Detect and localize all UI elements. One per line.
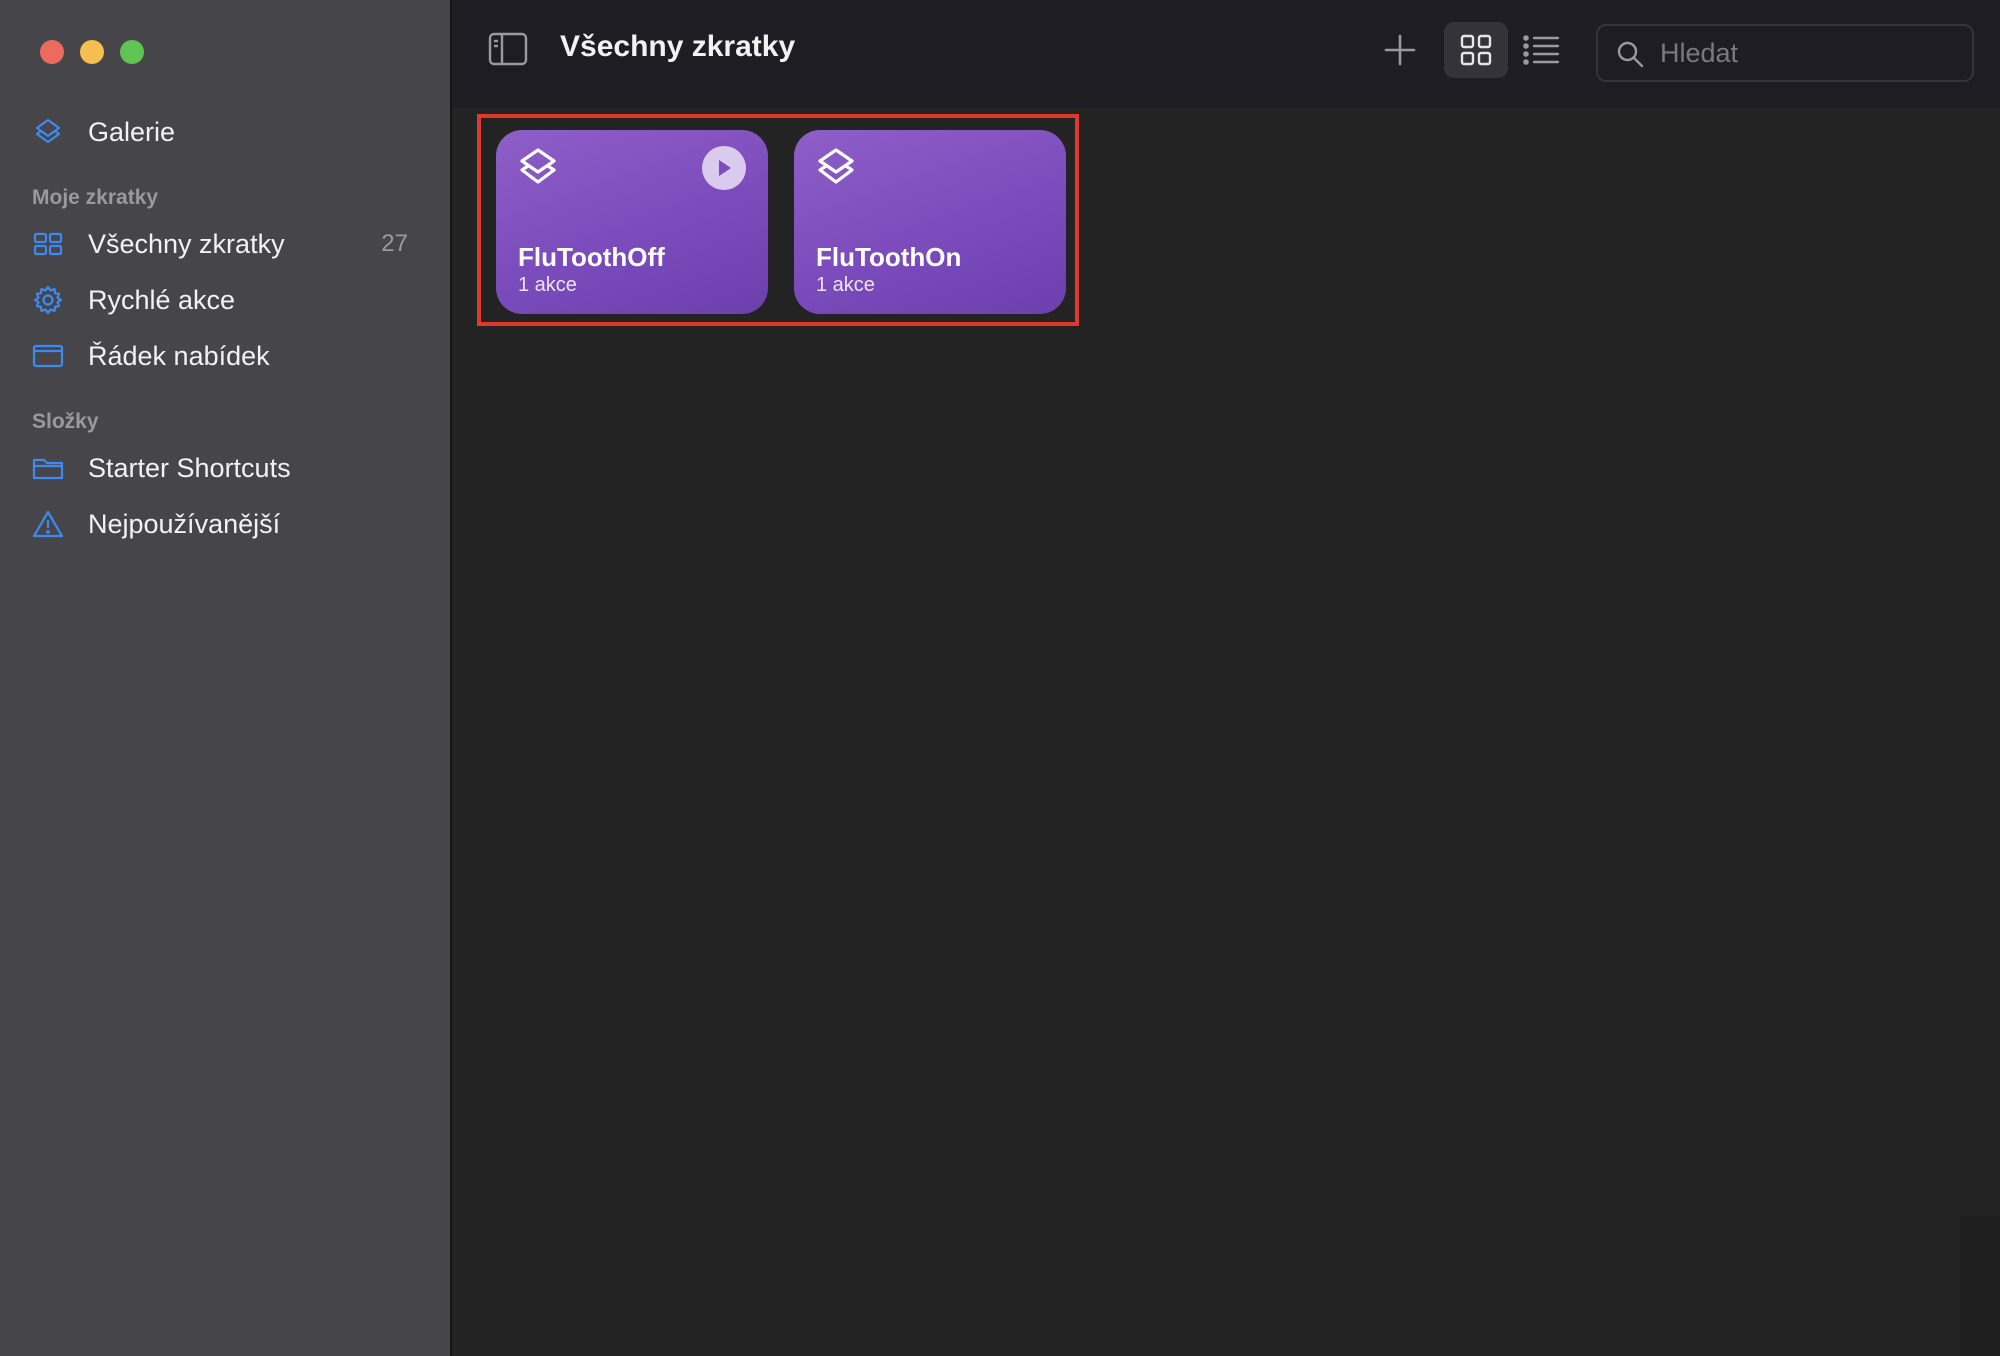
sidebar-item-label: Řádek nabídek (88, 340, 270, 371)
highlight-annotation (477, 114, 1079, 326)
folder-icon (32, 451, 78, 485)
search-input[interactable] (1658, 34, 1962, 72)
section-header-folders: Složky (32, 410, 99, 433)
list-icon (1523, 35, 1560, 65)
add-shortcut-button[interactable] (1380, 30, 1420, 70)
warning-icon (32, 507, 78, 541)
grid-icon (1460, 34, 1492, 66)
page-title: Všechny zkratky (560, 30, 796, 63)
list-view-button[interactable] (1522, 30, 1562, 70)
zoom-window-button[interactable] (120, 40, 144, 64)
sidebar-item-label: Galerie (88, 116, 176, 147)
sidebar-item-starter-shortcuts[interactable]: Starter Shortcuts (32, 444, 422, 492)
toggle-sidebar-button[interactable] (488, 32, 528, 66)
sidebar-item-label: Nejpoužívanější (88, 508, 281, 539)
grid-icon (32, 227, 78, 261)
shortcuts-window: Galerie Moje zkratky Všechny zkratky 27 (0, 0, 2000, 1356)
plus-icon (1384, 34, 1416, 66)
sidebar-item-gallery[interactable]: Galerie (32, 108, 422, 156)
scroll-area-edge (1960, 1216, 2000, 1356)
search-icon (1617, 41, 1644, 68)
search-field[interactable] (1596, 24, 1974, 82)
sidebar-item-label: Rychlé akce (88, 284, 236, 315)
grid-view-button[interactable] (1444, 22, 1508, 78)
sidebar: Galerie Moje zkratky Všechny zkratky 27 (0, 0, 452, 1356)
sidebar-item-all-shortcuts[interactable]: Všechny zkratky 27 (32, 220, 422, 268)
gear-icon (32, 283, 78, 317)
toolbar: Všechny zkratky (452, 0, 2000, 108)
sidebar-item-label: Starter Shortcuts (88, 452, 291, 483)
sidebar-item-most-used[interactable]: Nejpoužívanější (32, 500, 422, 548)
close-window-button[interactable] (40, 40, 64, 64)
layers-icon (32, 115, 78, 149)
menu-bar-icon (32, 339, 78, 373)
section-header-my-shortcuts: Moje zkratky (32, 186, 159, 209)
sidebar-toggle-icon (488, 32, 528, 66)
shortcut-count: 27 (381, 230, 408, 257)
minimize-window-button[interactable] (80, 40, 104, 64)
sidebar-item-label: Všechny zkratky (88, 228, 285, 259)
sidebar-item-menu-bar[interactable]: Řádek nabídek (32, 332, 422, 380)
sidebar-item-quick-actions[interactable]: Rychlé akce (32, 276, 422, 324)
